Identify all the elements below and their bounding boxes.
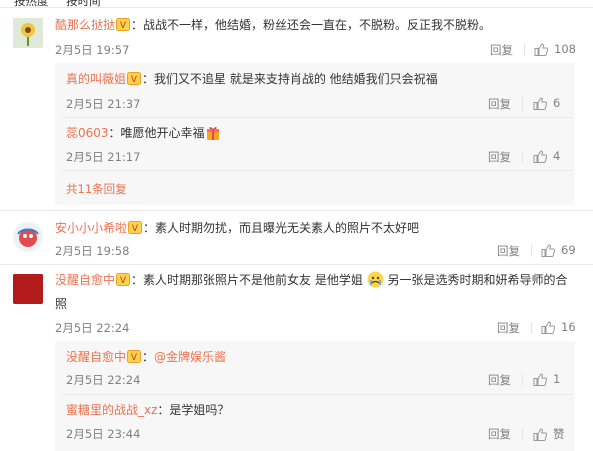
reply-button[interactable]: 回复: [488, 149, 511, 165]
thumbs-up-icon: [533, 373, 548, 386]
avatar[interactable]: [13, 274, 43, 304]
reply-button[interactable]: 回复: [488, 426, 511, 442]
comment-username[interactable]: 没醒自愈中: [55, 273, 115, 287]
comment-content: ：素人时期勿扰，而且曝光无关素人的照片不太好吧: [143, 221, 420, 235]
crying-emoji-icon: [367, 271, 384, 288]
comment-content: ：素人时期那张照片不是他前女友 是他学姐: [131, 273, 363, 287]
reply-button[interactable]: 回复: [488, 96, 511, 112]
more-replies-link[interactable]: 共11条回复: [66, 181, 127, 197]
reply-timestamp: 2月5日 22:24: [66, 373, 141, 387]
like-count: 69: [561, 243, 576, 257]
divider: [0, 264, 593, 265]
reply-content: ：: [142, 350, 155, 364]
svg-text:V: V: [131, 353, 138, 363]
thumbs-up-icon: [541, 321, 556, 334]
divider: [62, 394, 572, 395]
reply-text-line: 没醒自愈中 V ：@金牌娱乐酱: [66, 348, 226, 366]
vip-badge-icon: V: [128, 221, 143, 234]
svg-text:V: V: [120, 21, 127, 31]
avatar[interactable]: [13, 222, 43, 252]
reply-button[interactable]: 回复: [497, 320, 520, 336]
like-button[interactable]: 16: [541, 320, 576, 334]
divider: [0, 7, 593, 8]
reply-button[interactable]: 回复: [490, 42, 513, 58]
action-separator: [522, 374, 523, 386]
thumbs-up-icon: [541, 244, 556, 257]
reply-button[interactable]: 回复: [497, 243, 520, 259]
avatar-image: [13, 274, 43, 304]
svg-text:V: V: [131, 75, 138, 85]
reply-username[interactable]: 蕊0603: [66, 126, 109, 140]
action-separator: [531, 322, 532, 334]
like-count: 16: [561, 320, 576, 334]
like-count: 6: [553, 96, 561, 110]
like-count: 108: [554, 42, 576, 56]
reply-text-line: 蜜糖里的战战_xz：是学姐吗？: [66, 401, 229, 419]
gift-emoji-icon: [205, 124, 222, 141]
reply-text-line: 真的叫薇姐 V ：我们又不追星 就是来支持肖战的 他结婚我们只会祝福: [66, 70, 438, 88]
reply-button[interactable]: 回复: [488, 372, 511, 388]
comment-content: 另一张是选秀时期和妍希导师的合: [387, 273, 568, 287]
reply-username[interactable]: 蜜糖里的战战_xz: [66, 403, 157, 417]
reply-content: ：我们又不追星 就是来支持肖战的 他结婚我们只会祝福: [142, 72, 438, 86]
comment-text-line: 酷那么挞挞 V ：战战不一样，他结婚，粉丝还会一直在，不脱粉。反正我不脱粉。: [55, 16, 491, 34]
divider: [0, 210, 593, 211]
avatar[interactable]: [13, 18, 43, 48]
comment-username[interactable]: 安小小小希啦: [55, 221, 127, 235]
action-separator: [522, 428, 523, 440]
reply-timestamp: 2月5日 21:37: [66, 97, 141, 111]
avatar-image-sunflower: [13, 18, 43, 48]
thumbs-up-icon: [533, 150, 548, 163]
thumbs-up-icon: [533, 97, 548, 110]
like-button[interactable]: 1: [533, 372, 560, 386]
reply-username[interactable]: 真的叫薇姐: [66, 72, 126, 86]
comment-content: ：战战不一样，他结婚，粉丝还会一直在，不脱粉。反正我不脱粉。: [131, 18, 492, 32]
comment-username[interactable]: 酷那么挞挞: [55, 18, 115, 32]
like-count: 4: [553, 149, 561, 163]
thumbs-up-icon: [534, 43, 549, 56]
vip-badge-icon: V: [127, 72, 142, 85]
vip-badge-icon: V: [116, 273, 131, 286]
comment-timestamp: 2月5日 19:57: [55, 43, 130, 57]
comment-content: 照: [55, 297, 68, 311]
like-button[interactable]: 69: [541, 243, 576, 257]
vip-badge-icon: V: [127, 350, 142, 363]
comment-timestamp: 2月5日 22:24: [55, 321, 130, 335]
like-button[interactable]: 108: [534, 42, 576, 56]
reply-timestamp: 2月5日 21:17: [66, 150, 141, 164]
reply-content: ：唯愿他开心幸福: [108, 126, 205, 140]
like-count: 1: [553, 372, 561, 386]
comment-timestamp: 2月5日 19:58: [55, 244, 130, 258]
divider: [62, 117, 572, 118]
like-count: 赞: [553, 427, 565, 441]
svg-text:V: V: [132, 224, 139, 234]
sort-bar: 按热度 按时间: [14, 0, 115, 8]
mention-link[interactable]: @金牌娱乐酱: [154, 350, 226, 364]
action-separator: [522, 98, 523, 110]
comment-text-line: 没醒自愈中 V ：素人时期那张照片不是他前女友 是他学姐 另一张是选秀时期和妍希导师…: [55, 271, 568, 289]
like-button[interactable]: 6: [533, 96, 560, 110]
like-button[interactable]: 赞: [533, 426, 565, 442]
reply-timestamp: 2月5日 23:44: [66, 427, 141, 441]
avatar-image-cartoon: [13, 222, 43, 252]
comment-text-line: 照: [55, 295, 67, 313]
svg-text:V: V: [120, 276, 127, 286]
comment-text-line: 安小小小希啦 V ：素人时期勿扰，而且曝光无关素人的照片不太好吧: [55, 219, 419, 237]
thumbs-up-icon: [533, 428, 548, 441]
divider: [62, 170, 572, 171]
reply-text-line: 蕊0603：唯愿他开心幸福: [66, 124, 222, 142]
like-button[interactable]: 4: [533, 149, 560, 163]
action-separator: [524, 44, 525, 56]
vip-badge-icon: V: [116, 18, 131, 31]
action-separator: [531, 245, 532, 257]
reply-username[interactable]: 没醒自愈中: [66, 350, 126, 364]
reply-content: ：是学姐吗？: [157, 403, 230, 417]
action-separator: [522, 151, 523, 163]
